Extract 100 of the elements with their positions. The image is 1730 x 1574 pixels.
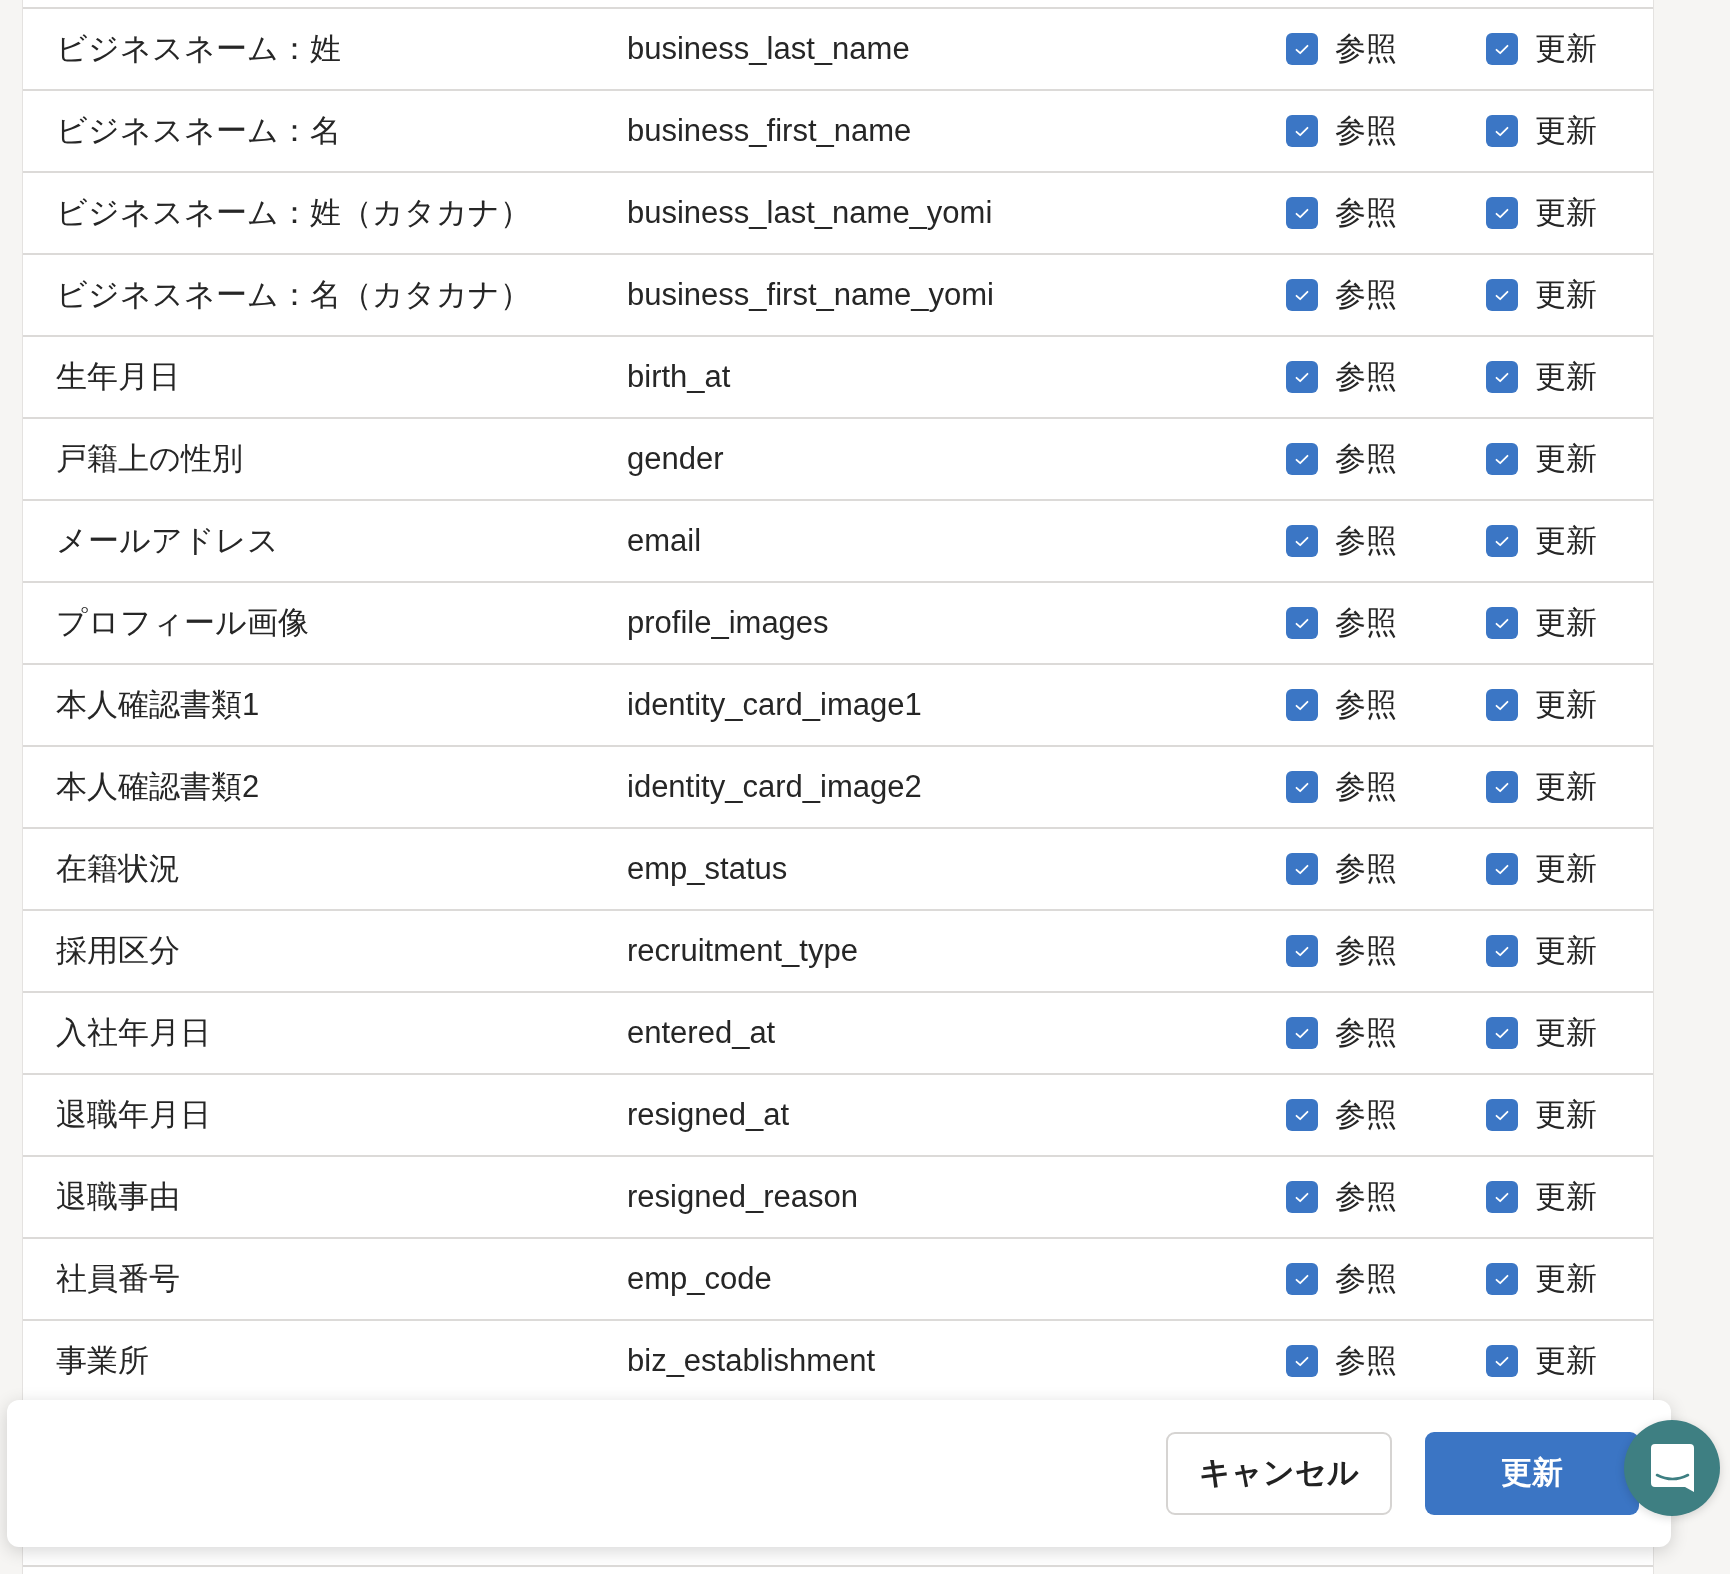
checkbox[interactable] <box>1486 1017 1518 1049</box>
checkbox[interactable] <box>1486 853 1518 885</box>
field-key: entered_at <box>627 1009 1286 1057</box>
checkbox-label: 更新 <box>1535 1259 1597 1298</box>
checkbox[interactable] <box>1286 1263 1318 1295</box>
check-icon <box>1295 371 1309 383</box>
check-icon <box>1495 1191 1509 1203</box>
field-label: 生年月日 <box>55 357 181 396</box>
checkbox[interactable] <box>1486 935 1518 967</box>
checkbox[interactable] <box>1286 1099 1318 1131</box>
checkbox-label: 参照 <box>1335 357 1397 396</box>
field-key: resigned_reason <box>627 1173 1286 1221</box>
check-icon <box>1295 1191 1309 1203</box>
checkbox[interactable] <box>1486 1345 1518 1377</box>
field-key: resigned_at <box>627 1091 1286 1139</box>
checkbox-label: 更新 <box>1535 1341 1597 1380</box>
checkbox-label: 更新 <box>1535 275 1597 314</box>
check-icon <box>1495 1355 1509 1367</box>
checkbox[interactable] <box>1286 607 1318 639</box>
checkbox[interactable] <box>1486 689 1518 721</box>
checkbox[interactable] <box>1286 33 1318 65</box>
checkbox[interactable] <box>1286 525 1318 557</box>
checkbox[interactable] <box>1286 115 1318 147</box>
check-icon <box>1495 371 1509 383</box>
checkbox[interactable] <box>1486 33 1518 65</box>
checkbox[interactable] <box>1286 1181 1318 1213</box>
checkbox[interactable] <box>1486 361 1518 393</box>
checkbox[interactable] <box>1486 1181 1518 1213</box>
checkbox[interactable] <box>1286 443 1318 475</box>
checkbox-label: 参照 <box>1335 1259 1397 1298</box>
checkbox-label: 更新 <box>1535 111 1597 150</box>
check-icon <box>1295 863 1309 875</box>
checkbox[interactable] <box>1286 689 1318 721</box>
field-label: 社員番号 <box>55 1259 181 1298</box>
field-label: 採用区分 <box>55 931 181 970</box>
field-label: 退職年月日 <box>55 1095 212 1134</box>
checkbox[interactable] <box>1486 279 1518 311</box>
check-icon <box>1495 289 1509 301</box>
check-icon <box>1295 1109 1309 1121</box>
check-icon <box>1495 1109 1509 1121</box>
field-label: 事業所 <box>55 1341 150 1380</box>
checkbox[interactable] <box>1286 1345 1318 1377</box>
checkbox[interactable] <box>1286 935 1318 967</box>
update-button[interactable]: 更新 <box>1425 1432 1639 1515</box>
check-icon <box>1495 1027 1509 1039</box>
check-icon <box>1495 43 1509 55</box>
field-key: email <box>627 517 1286 565</box>
checkbox-label: 更新 <box>1535 1013 1597 1052</box>
checkbox[interactable] <box>1486 525 1518 557</box>
field-key: business_last_name <box>627 25 1286 73</box>
field-label: ビジネスネーム：姓 <box>55 29 342 68</box>
checkbox-label: 参照 <box>1335 439 1397 478</box>
checkbox[interactable] <box>1286 279 1318 311</box>
checkbox-label: 参照 <box>1335 29 1397 68</box>
field-label: 入社年月日 <box>55 1013 212 1052</box>
chat-bubble-icon <box>1650 1444 1694 1492</box>
checkbox[interactable] <box>1286 853 1318 885</box>
field-label: ビジネスネーム：名（カタカナ） <box>55 275 532 314</box>
field-key: emp_status <box>627 845 1286 893</box>
check-icon <box>1295 699 1309 711</box>
checkbox-label: 参照 <box>1335 1013 1397 1052</box>
field-label: 本人確認書類1 <box>55 685 261 724</box>
checkbox[interactable] <box>1486 1099 1518 1131</box>
field-key: birth_at <box>627 353 1286 401</box>
checkbox[interactable] <box>1286 361 1318 393</box>
cancel-button[interactable]: キャンセル <box>1166 1432 1392 1515</box>
checkbox-label: 更新 <box>1535 685 1597 724</box>
field-label: 戸籍上の性別 <box>55 439 244 478</box>
field-label: プロフィール画像 <box>55 603 310 642</box>
checkbox-label: 更新 <box>1535 1095 1597 1134</box>
field-key: business_first_name_yomi <box>627 271 1286 319</box>
checkbox-label: 更新 <box>1535 1177 1597 1216</box>
check-icon <box>1495 535 1509 547</box>
field-key: business_last_name_yomi <box>627 189 1286 237</box>
checkbox-label: 参照 <box>1335 767 1397 806</box>
check-icon <box>1495 125 1509 137</box>
checkbox[interactable] <box>1486 443 1518 475</box>
field-label: メールアドレス <box>55 521 280 560</box>
checkbox[interactable] <box>1486 115 1518 147</box>
check-icon <box>1495 207 1509 219</box>
checkbox[interactable] <box>1486 771 1518 803</box>
checkbox-label: 参照 <box>1335 193 1397 232</box>
checkbox-label: 更新 <box>1535 931 1597 970</box>
checkbox-label: 参照 <box>1335 1177 1397 1216</box>
checkbox[interactable] <box>1486 197 1518 229</box>
check-icon <box>1295 207 1309 219</box>
check-icon <box>1295 453 1309 465</box>
field-label: ビジネスネーム：名 <box>55 111 342 150</box>
checkbox-label: 更新 <box>1535 439 1597 478</box>
field-key: gender <box>627 435 1286 483</box>
checkbox-label: 参照 <box>1335 521 1397 560</box>
checkbox-label: 参照 <box>1335 603 1397 642</box>
checkbox[interactable] <box>1286 771 1318 803</box>
field-label: ビジネスネーム：姓（カタカナ） <box>55 193 532 232</box>
checkbox[interactable] <box>1286 197 1318 229</box>
checkbox-label: 参照 <box>1335 1095 1397 1134</box>
checkbox[interactable] <box>1486 1263 1518 1295</box>
checkbox-label: 更新 <box>1535 193 1597 232</box>
checkbox[interactable] <box>1286 1017 1318 1049</box>
checkbox[interactable] <box>1486 607 1518 639</box>
